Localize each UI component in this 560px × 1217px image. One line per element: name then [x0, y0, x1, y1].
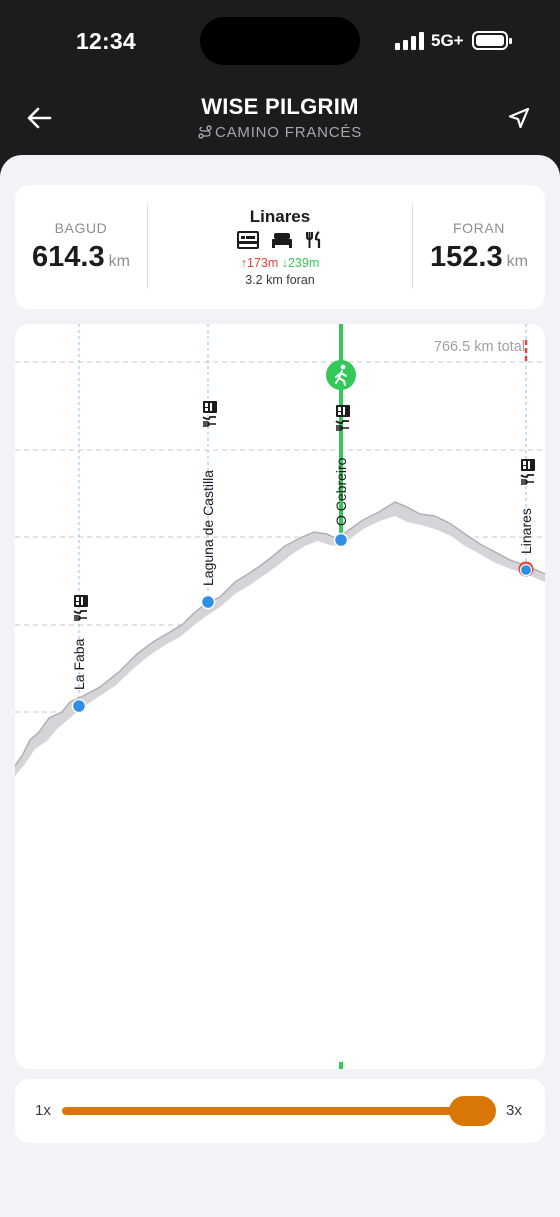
place-dot: [71, 698, 87, 714]
battery-icon: [472, 31, 512, 50]
ascent-value: ↑173m: [240, 256, 279, 270]
location-name: Linares: [249, 207, 311, 226]
dynamic-island: [200, 17, 360, 65]
place-dot: [200, 594, 216, 610]
hostel-icon: [336, 405, 350, 417]
terrain-fill: [15, 516, 545, 1069]
elevation-change: ↑173m ↓239m: [148, 256, 412, 270]
distance-ahead-label: FORAN: [453, 220, 505, 236]
nav-bar: WISE PILGRIM CAMINO FRANCÉS: [0, 80, 560, 155]
hostel-icon: [236, 231, 259, 249]
zoom-slider-track[interactable]: [62, 1107, 482, 1115]
distance-ahead-text: 3.2 km foran: [245, 273, 315, 287]
status-bar: 12:34 5G+: [0, 0, 560, 80]
place-dot: [519, 563, 533, 577]
zoom-min-label: 1x: [35, 1102, 51, 1119]
place-label: Laguna de Castilla: [200, 470, 216, 586]
distance-behind-label: BAGUD: [54, 220, 108, 236]
elevation-profile-svg[interactable]: 766.5 km total La Faba Laguna de Castill…: [15, 324, 545, 1069]
app-title: WISE PILGRIM: [201, 94, 359, 119]
distance-ahead: FORAN 152.3 km: [413, 185, 545, 309]
clock: 12:34: [76, 28, 136, 54]
restaurant-icon: [73, 610, 88, 621]
hostel-icon: [74, 595, 88, 607]
amenity-icons: [148, 231, 412, 254]
distance-behind-value: 614.3: [32, 241, 105, 273]
navigation-arrow-icon: [508, 107, 530, 129]
current-location[interactable]: Linares ↑173m ↓239m 3.2 km foran: [148, 185, 412, 309]
zoom-max-label: 3x: [506, 1102, 522, 1119]
cellular-signal-icon: [395, 32, 425, 50]
restaurant-icon: [202, 416, 217, 427]
elevation-profile-chart[interactable]: 766.5 km total La Faba Laguna de Castill…: [15, 324, 545, 1069]
content-sheet: BAGUD 614.3 km Linares ↑173m ↓239m 3.2 k…: [0, 155, 560, 1217]
distance-behind-unit: km: [108, 253, 130, 270]
locate-button[interactable]: [505, 104, 533, 132]
zoom-slider-thumb[interactable]: [449, 1096, 496, 1126]
place-label: O Cebreiro: [333, 457, 349, 526]
total-distance-label: 766.5 km total: [434, 339, 525, 355]
bed-icon: [272, 233, 292, 248]
hostel-icon: [521, 459, 535, 471]
progress-summary-card: BAGUD 614.3 km Linares ↑173m ↓239m 3.2 k…: [15, 185, 545, 309]
restaurant-icon: [306, 231, 321, 248]
distance-ahead-value: 152.3: [430, 241, 503, 273]
route-subtitle: CAMINO FRANCÉS: [0, 124, 560, 141]
route-icon: [198, 125, 212, 139]
place-label: La Faba: [71, 638, 87, 690]
place-dot: [333, 532, 349, 548]
walking-person-icon[interactable]: [326, 360, 356, 390]
place-marker-o-cebreiro[interactable]: O Cebreiro: [333, 405, 350, 548]
distance-ahead-unit: km: [506, 253, 528, 270]
descent-value: ↓239m: [281, 256, 320, 270]
distance-behind: BAGUD 614.3 km: [15, 185, 147, 309]
hostel-icon: [203, 401, 217, 413]
restaurant-icon: [520, 474, 535, 485]
zoom-slider-card: 1x 3x: [15, 1079, 545, 1143]
place-label: Linares: [518, 508, 534, 554]
route-name: CAMINO FRANCÉS: [214, 124, 363, 141]
network-type: 5G+: [431, 31, 464, 50]
